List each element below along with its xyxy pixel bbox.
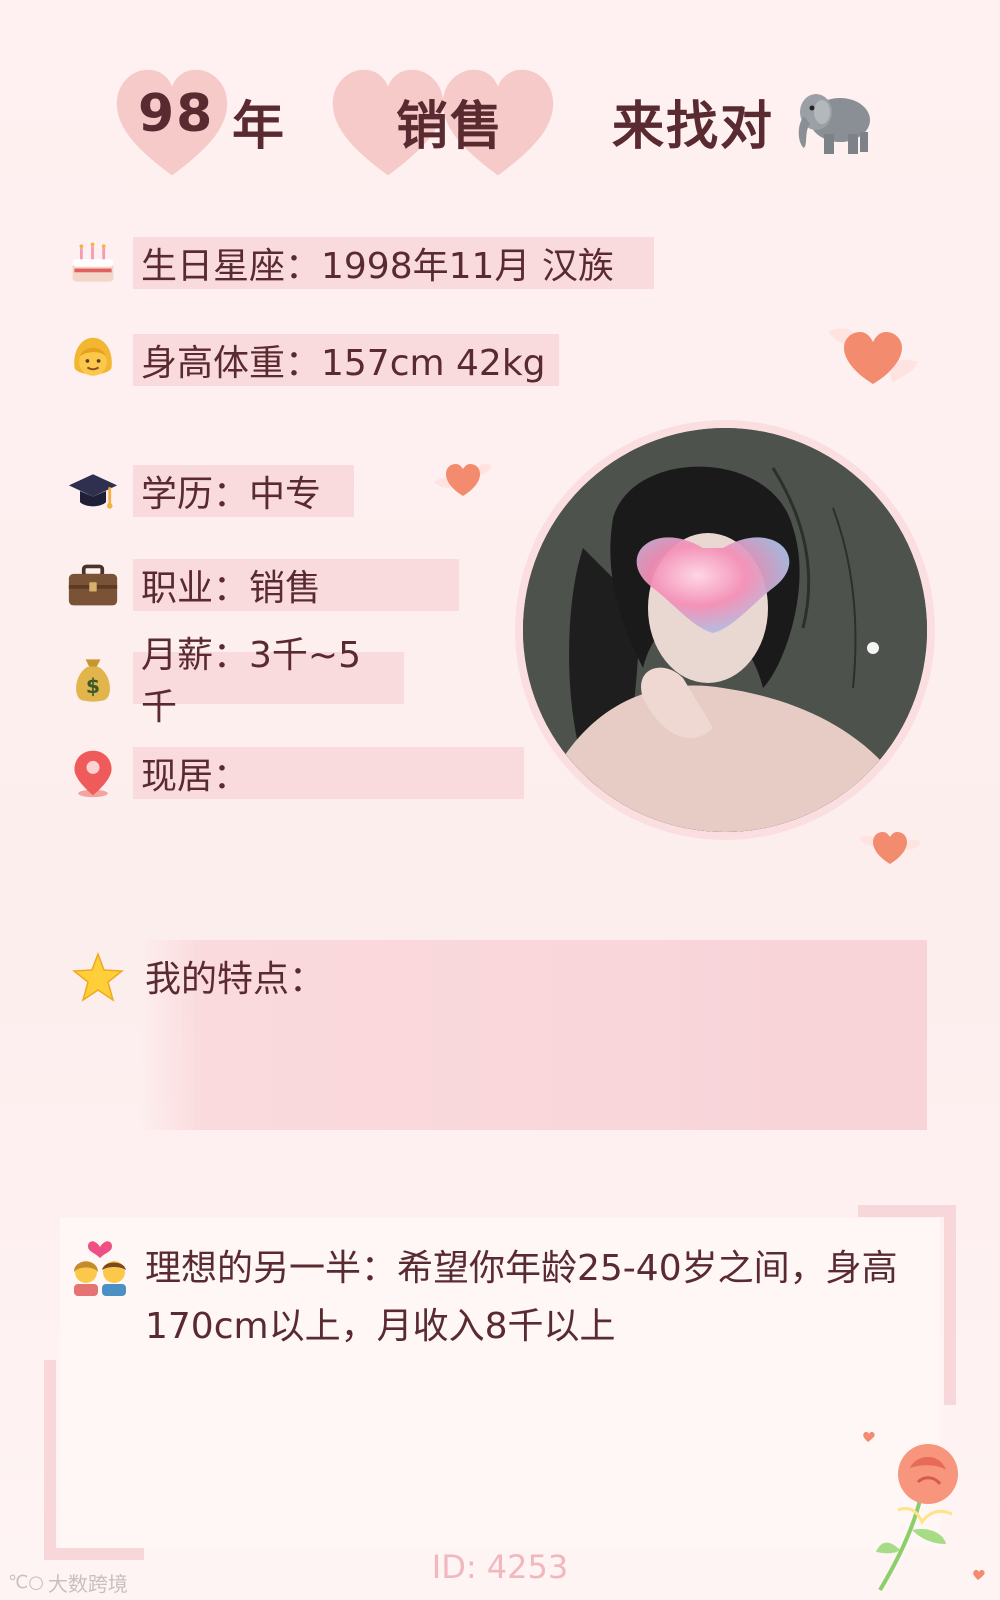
profile-card: 98 年 销售 来找对 生日星座：1998年11月 汉族 身高体重：157cm …	[0, 0, 1000, 1600]
profile-photo-frame	[515, 420, 935, 840]
info-occupation: 职业：销售	[133, 559, 459, 611]
woman-icon	[65, 332, 121, 388]
watermark-logo-icon: ℃○	[8, 1572, 44, 1593]
info-height-weight: 身高体重：157cm 42kg	[133, 334, 559, 386]
ideal-partner-text: 理想的另一半：希望你年龄25-40岁之间，身高170cm以上，月收入8千以上	[145, 1248, 898, 1347]
briefcase-icon	[65, 557, 121, 613]
info-row-height-weight: 身高体重：157cm 42kg	[65, 333, 559, 387]
elephant-icon	[790, 82, 878, 160]
header-year-suffix: 年	[232, 97, 287, 157]
svg-text:$: $	[86, 674, 100, 698]
graduation-cap-icon	[65, 463, 121, 519]
header-year: 98	[138, 84, 215, 144]
header-tagline: 来找对	[612, 97, 775, 157]
watermark: ℃○ 大数跨境	[8, 1568, 128, 1597]
info-residence: 现居：	[133, 747, 524, 799]
header: 98 年 销售 来找对	[0, 69, 1000, 180]
profile-photo	[523, 428, 927, 832]
info-row-birthday: 生日星座：1998年11月 汉族	[65, 236, 654, 290]
winged-heart-icon	[808, 312, 938, 392]
info-row-residence: 现居：	[65, 746, 524, 800]
info-row-education: 学历：中专	[65, 464, 354, 518]
info-birthday: 生日星座：1998年11月 汉族	[133, 237, 654, 289]
info-salary: 月薪：3千~5千	[133, 635, 404, 728]
location-pin-icon	[65, 745, 121, 801]
watermark-text: 大数跨境	[47, 1572, 128, 1596]
star-icon	[70, 950, 126, 1006]
profile-id: ID: 4253	[431, 1548, 569, 1586]
info-education: 学历：中专	[133, 465, 354, 517]
winged-heart-icon	[855, 820, 925, 870]
birthday-cake-icon	[65, 235, 121, 291]
info-row-occupation: 职业：销售	[65, 558, 459, 612]
info-row-salary: $ 月薪：3千~5千	[65, 635, 404, 728]
couple-with-heart-icon	[70, 1240, 130, 1296]
money-bag-icon: $	[65, 650, 121, 706]
features-title: 我的特点：	[145, 959, 326, 1000]
winged-heart-icon	[428, 452, 498, 502]
header-job: 销售	[396, 97, 505, 157]
